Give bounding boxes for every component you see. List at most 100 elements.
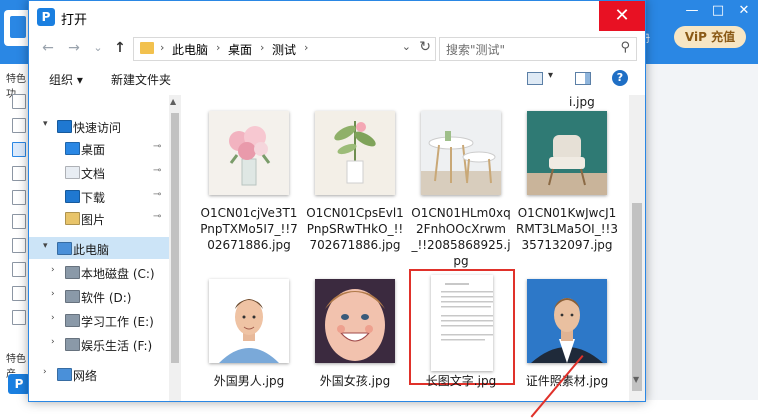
file-name: O1CN01cjVe3T1PnpTXMo5I7_!!702671886.jpg bbox=[200, 206, 298, 252]
sidebar-item-drive-e[interactable]: › 学习工作 (E:) bbox=[29, 309, 169, 331]
sidebar-item-downloads[interactable]: 下载 ⊸ bbox=[29, 185, 169, 207]
minimize-icon[interactable]: — bbox=[684, 4, 700, 18]
image-icon[interactable] bbox=[12, 142, 26, 157]
expand-chevron-icon[interactable]: › bbox=[51, 313, 55, 323]
search-box[interactable]: 搜索"测试" ⚲ bbox=[439, 37, 637, 61]
file-name: 长图文字.jpg bbox=[425, 374, 497, 388]
dialog-titlebar: P 打开 ✕ bbox=[29, 1, 645, 33]
expand-chevron-icon[interactable]: › bbox=[51, 289, 55, 299]
sidebar-item-documents[interactable]: 文档 ⊸ bbox=[29, 161, 169, 183]
file-name: O1CN01CpsEvl1PnpSRwTHkO_!!702671886.jpg bbox=[306, 206, 404, 252]
sidebar-item-this-pc[interactable]: ▾ 此电脑 bbox=[29, 237, 169, 259]
document-folder-icon bbox=[65, 166, 80, 179]
sidebar-item-label: 下载 bbox=[81, 191, 106, 205]
expand-chevron-icon[interactable]: ▾ bbox=[43, 241, 48, 251]
address-dropdown-icon[interactable]: ⌄ bbox=[402, 40, 411, 53]
change-view-icon[interactable] bbox=[527, 72, 543, 85]
navigation-pane: ▲ ▾ 快速访问 桌面 ⊸ 文档 ⊸ 下载 ⊸ 图片 ⊸ ▾ 此电脑 › 本地磁盘 (C:) › 软件 (D:… bbox=[29, 95, 181, 401]
sidebar-item-drive-d[interactable]: › 软件 (D:) bbox=[29, 285, 169, 307]
address-bar[interactable]: › 此电脑 › 桌面 › 测试 › ⌄ ↻ bbox=[133, 37, 436, 61]
scroll-down-arrow[interactable]: ▼ bbox=[633, 375, 639, 384]
file-name: O1CN01KwJwcJ1RMT3LMa5OI_!!3357132097.jpg bbox=[516, 206, 618, 252]
doc-icon[interactable] bbox=[12, 166, 26, 181]
refresh-icon[interactable]: ↻ bbox=[419, 39, 431, 55]
doc-icon[interactable] bbox=[12, 310, 26, 325]
file-thumbnail[interactable] bbox=[209, 111, 289, 195]
file-item[interactable]: O1CN01HLm0xq2FnhOOcXrwm_!!2085868925.jpg bbox=[409, 95, 513, 268]
desktop-folder-icon bbox=[65, 142, 80, 155]
file-thumbnail[interactable] bbox=[315, 279, 395, 363]
file-thumbnail[interactable] bbox=[421, 111, 501, 195]
sidebar-item-drive-c[interactable]: › 本地磁盘 (C:) bbox=[29, 261, 169, 283]
maximize-icon[interactable]: □ bbox=[710, 4, 726, 18]
scrollbar-thumb[interactable] bbox=[632, 203, 642, 391]
sidebar-item-label: 此电脑 bbox=[73, 243, 110, 257]
sidebar-item-label: 本地磁盘 (C:) bbox=[81, 267, 155, 281]
search-icon[interactable]: ⚲ bbox=[620, 40, 630, 55]
window-close-icon[interactable]: ✕ bbox=[736, 4, 752, 18]
breadcrumb-item-desktop[interactable]: 桌面 bbox=[228, 41, 252, 58]
file-item[interactable]: 外国女孩.jpg bbox=[303, 263, 407, 388]
command-toolbar: 组织 ▾ 新建文件夹 ▾ ? bbox=[29, 63, 645, 95]
file-list-scrollbar[interactable]: ▼ bbox=[629, 95, 645, 401]
pin-icon: ⊸ bbox=[153, 211, 162, 222]
file-thumbnail[interactable] bbox=[527, 111, 607, 195]
new-folder-button[interactable]: 新建文件夹 bbox=[111, 71, 171, 88]
pin-icon: ⊸ bbox=[153, 141, 162, 152]
doc-icon[interactable] bbox=[12, 286, 26, 301]
breadcrumb-separator[interactable]: › bbox=[304, 41, 308, 54]
expand-chevron-icon[interactable]: › bbox=[43, 367, 47, 377]
sidebar-item-label: 文档 bbox=[81, 167, 106, 181]
sidebar-item-quick-access[interactable]: ▾ 快速访问 bbox=[29, 115, 169, 137]
expand-chevron-icon[interactable]: ▾ bbox=[43, 119, 48, 129]
sidebar-item-drive-f[interactable]: › 娱乐生活 (F:) bbox=[29, 333, 169, 355]
help-icon[interactable]: ? bbox=[612, 70, 628, 86]
file-item[interactable]: 外国男人.jpg bbox=[197, 263, 301, 388]
sidebar-item-network[interactable]: › 网络 bbox=[29, 363, 169, 385]
breadcrumb-item-this-pc[interactable]: 此电脑 bbox=[172, 41, 208, 58]
navigation-pane-scrollbar[interactable]: ▲ bbox=[169, 95, 181, 401]
recent-locations-dropdown[interactable]: ⌄ bbox=[89, 39, 107, 57]
file-item[interactable]: O1CN01CpsEvl1PnpSRwTHkO_!!702671886.jpg bbox=[303, 95, 407, 252]
file-thumbnail[interactable] bbox=[315, 111, 395, 195]
computer-icon bbox=[57, 242, 72, 255]
drive-icon bbox=[65, 290, 80, 303]
sidebar-item-label: 网络 bbox=[73, 369, 98, 383]
expand-chevron-icon[interactable]: › bbox=[51, 337, 55, 347]
doc-icon[interactable] bbox=[12, 238, 26, 253]
scrollbar-thumb[interactable] bbox=[171, 113, 179, 363]
close-button[interactable]: ✕ bbox=[599, 1, 645, 31]
back-icon[interactable]: ← bbox=[39, 39, 57, 57]
preview-pane-icon[interactable] bbox=[575, 72, 591, 85]
file-thumbnail[interactable] bbox=[527, 279, 607, 363]
doc-icon[interactable] bbox=[12, 190, 26, 205]
file-item[interactable]: O1CN01cjVe3T1PnpTXMo5I7_!!702671886.jpg bbox=[197, 95, 301, 252]
file-item[interactable]: 证件照素材.jpg bbox=[515, 263, 619, 388]
file-name: O1CN01HLm0xq2FnhOOcXrwm_!!2085868925.jpg bbox=[411, 206, 511, 268]
organize-button[interactable]: 组织 ▾ bbox=[49, 71, 83, 88]
search-input[interactable]: 搜索"测试" bbox=[446, 41, 505, 58]
forward-icon[interactable]: → bbox=[65, 39, 83, 57]
file-item[interactable]: O1CN01KwJwcJ1RMT3LMa5OI_!!3357132097.jpg bbox=[515, 95, 619, 252]
up-icon[interactable]: ↑ bbox=[111, 39, 129, 57]
file-thumbnail[interactable] bbox=[209, 279, 289, 363]
doc-icon[interactable] bbox=[12, 214, 26, 229]
doc-icon[interactable] bbox=[12, 262, 26, 277]
expand-chevron-icon[interactable]: › bbox=[51, 265, 55, 275]
sidebar-item-desktop[interactable]: 桌面 ⊸ bbox=[29, 137, 169, 159]
file-item[interactable]: 长图文字.jpg bbox=[409, 263, 513, 388]
pin-icon: ⊸ bbox=[153, 165, 162, 176]
doc-icon[interactable] bbox=[12, 94, 26, 109]
view-options-dropdown[interactable]: ▾ bbox=[548, 70, 553, 81]
doc-icon[interactable] bbox=[12, 118, 26, 133]
scroll-up-arrow[interactable]: ▲ bbox=[170, 97, 176, 106]
breadcrumb-separator[interactable]: › bbox=[260, 41, 264, 54]
app-icon: P bbox=[37, 8, 55, 26]
vip-recharge-button[interactable]: ViP 充值 bbox=[674, 26, 746, 48]
breadcrumb-item-test[interactable]: 测试 bbox=[272, 41, 296, 58]
file-name: 外国女孩.jpg bbox=[319, 374, 391, 388]
breadcrumb-separator[interactable]: › bbox=[216, 41, 220, 54]
sidebar-item-pictures[interactable]: 图片 ⊸ bbox=[29, 207, 169, 229]
breadcrumb-separator[interactable]: › bbox=[160, 41, 164, 54]
file-thumbnail[interactable] bbox=[431, 275, 493, 371]
